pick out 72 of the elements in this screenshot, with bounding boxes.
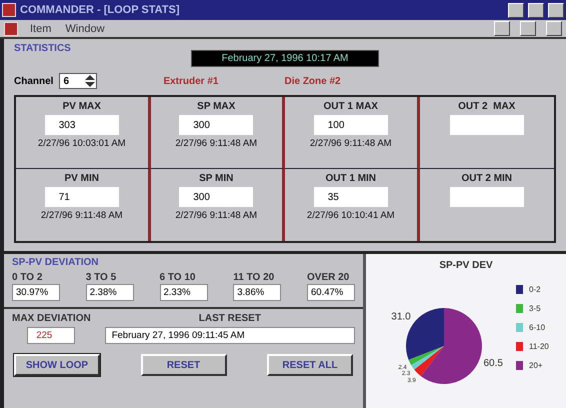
stat-label: SP MAX [197, 101, 236, 112]
max-deviation-field[interactable]: 225 [27, 327, 76, 344]
close-button[interactable] [548, 2, 564, 18]
close-button[interactable] [546, 21, 562, 36]
extruder-label: Extruder #1 [163, 76, 218, 86]
stat-label: OUT 2 MAX [458, 101, 516, 112]
date-time-display: February 27, 1996 10:17 AM [190, 50, 380, 67]
app-icon [2, 3, 16, 17]
value-field[interactable]: 100 [314, 115, 388, 135]
timestamp: 2/27/96 10:03:01 AM [38, 138, 126, 149]
field-value: 71 [58, 192, 70, 202]
value-field[interactable]: 71 [44, 187, 119, 207]
timestamp: 2/27/96 10:10:41 AM [306, 210, 395, 221]
window-title: COMMANDER - [LOOP STATS] [20, 4, 180, 16]
timestamp: 2/27/96 9:11:48 AM [310, 138, 392, 149]
range-label: 3 TO 5 [86, 272, 118, 283]
max-deviation-label: MAX DEVIATION [12, 313, 91, 324]
percent-field[interactable]: 30.97% [12, 284, 60, 301]
menu-item[interactable]: Window [63, 22, 107, 34]
action-button[interactable]: SHOW LOOP [14, 354, 100, 376]
channel-label: Channel [14, 76, 54, 86]
range-label: 0 TO 2 [12, 272, 44, 283]
section-heading: STATISTICS [14, 43, 72, 54]
last-reset-label: LAST RESET [198, 313, 261, 324]
percent-field[interactable]: 2.33% [160, 284, 208, 301]
value-field[interactable]: 300 [179, 187, 254, 207]
stat-label: OUT 1 MAX [324, 101, 378, 112]
range-label: 6 TO 10 [160, 272, 196, 283]
stat-label: SP MIN [199, 173, 234, 184]
timestamp: 2/27/96 9:11:48 AM [40, 210, 123, 221]
value-field[interactable] [450, 115, 524, 135]
value-field[interactable]: 35 [314, 187, 388, 207]
field-value: 35 [328, 192, 339, 202]
channel-spinner[interactable]: 6 [59, 73, 98, 89]
legend-label: 6-10 [529, 323, 546, 332]
value-field[interactable]: 300 [179, 115, 254, 135]
field-value: 100 [328, 120, 344, 130]
app-icon [4, 22, 18, 36]
stat-label: OUT 2 MIN [461, 173, 512, 184]
percent-field[interactable]: 2.38% [86, 284, 134, 301]
field-value: 303 [58, 120, 76, 130]
field-value: 300 [193, 120, 210, 130]
range-label: 11 TO 20 [233, 272, 276, 283]
value-field[interactable] [450, 187, 524, 207]
legend-label: 0-2 [529, 285, 541, 294]
restore-button[interactable] [520, 21, 536, 36]
timestamp: 2/27/96 9:11:48 AM [175, 210, 258, 221]
spin-arrows-icon[interactable] [84, 74, 96, 88]
maximize-button[interactable] [528, 2, 544, 18]
timestamp: 2/27/96 9:11:48 AM [175, 138, 258, 149]
percent-field[interactable]: 3.86% [233, 284, 282, 301]
zone-label: Die Zone #2 [284, 76, 341, 86]
minimize-button[interactable] [494, 21, 510, 36]
legend-label: 20+ [529, 361, 543, 370]
stat-label: OUT 1 MIN [325, 173, 376, 184]
legend-label: 11-20 [529, 342, 549, 351]
legend-label: 3-5 [529, 304, 541, 313]
percent-field[interactable]: 60.47% [307, 284, 355, 301]
minimize-button[interactable] [508, 2, 524, 18]
stat-label: PV MIN [64, 173, 99, 184]
field-value: 300 [193, 192, 210, 202]
chart-title: SP-PV DEV [439, 260, 493, 271]
stat-label: PV MAX [62, 101, 101, 112]
section-heading: SP-PV DEVIATION [12, 257, 100, 268]
data-label: 31.0 [391, 312, 411, 323]
data-label: 60.5 [483, 358, 503, 369]
action-button[interactable]: RESET [140, 354, 226, 376]
action-button[interactable]: RESET ALL [267, 354, 353, 376]
value-field[interactable]: 303 [44, 115, 119, 135]
menu-item[interactable]: Item [28, 22, 54, 34]
last-reset-field[interactable]: February 27, 1996 09:11:45 AM [104, 327, 355, 344]
range-label: OVER 20 [307, 272, 350, 283]
